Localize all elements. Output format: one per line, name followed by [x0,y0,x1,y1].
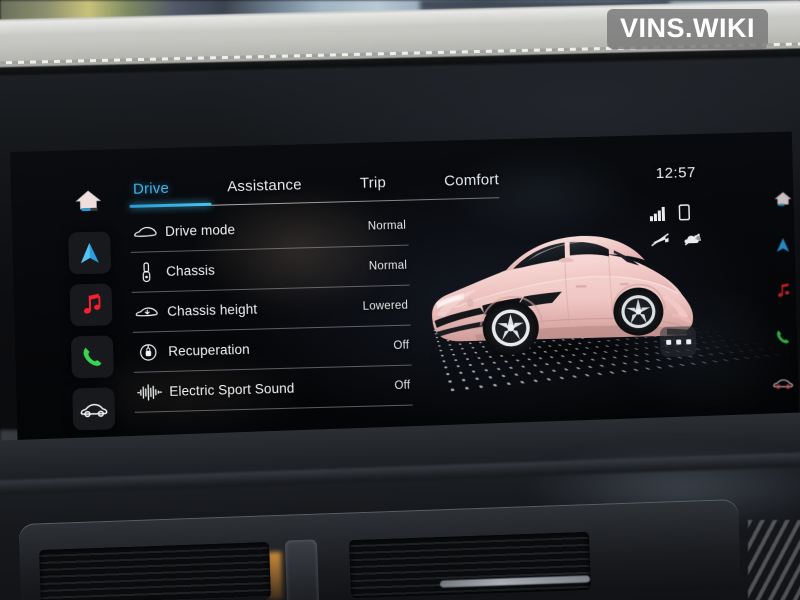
sidebar-item-navigation[interactable] [68,231,112,275]
cabin-photo: Drive Assistance Trip Comfort Drive mode… [0,0,800,600]
row-label: Recuperation [168,341,250,359]
watermark: VINS.WIKI [607,9,769,49]
tab-bar[interactable]: Drive Assistance Trip Comfort [131,171,502,206]
status-icon-cluster [649,200,715,248]
music-note-icon [83,293,101,314]
car-profile-icon [130,225,160,239]
row-label: Chassis height [167,301,258,319]
sidebar-item-media[interactable] [69,283,113,327]
speed-warning-muted-icon [684,233,702,246]
row-value: Normal [367,219,407,233]
sound-wave-icon [134,383,164,402]
more-dot [685,338,691,344]
row-label: Electric Sport Sound [169,380,295,399]
row-value: Lowered [362,299,409,313]
phone-connected-icon [678,204,691,221]
more-options-button[interactable] [659,326,697,358]
sidebar-item-home[interactable] [67,179,110,222]
drive-settings-list[interactable]: Drive mode Normal Chassis Normal Chassis… [129,205,413,413]
home-icon-reflection [770,186,796,212]
phone-icon [83,347,102,366]
sidebar-item-car[interactable] [72,387,116,431]
row-value: Off [394,379,411,392]
pcm-touchscreen[interactable]: Drive Assistance Trip Comfort Drive mode… [10,131,800,448]
status-clock: 12:57 [655,164,697,183]
air-vent-right [349,531,591,599]
recuperation-icon [133,342,164,363]
car-icon-reflection [770,370,796,396]
tab-comfort[interactable]: Comfort [442,171,501,198]
passenger-trim-stitching [748,520,800,600]
air-vent-left [39,542,271,600]
home-icon [75,190,102,212]
cellular-signal-icon [649,206,666,222]
tab-assistance[interactable]: Assistance [225,176,304,203]
table-row[interactable]: Electric Sport Sound Off [133,365,413,413]
navigation-icon-reflection [770,232,796,258]
more-dot [675,339,681,345]
row-label: Drive mode [164,222,236,239]
phone-icon-reflection [770,324,796,350]
row-label: Chassis [165,262,216,279]
navigation-icon [80,242,99,264]
row-value: Off [393,339,410,352]
app-sidebar[interactable] [59,179,124,431]
car-icon [80,403,108,418]
sidebar-item-phone[interactable] [70,335,114,379]
traffic-info-muted-icon [651,233,669,247]
music-note-icon-reflection [770,278,796,304]
car-lowered-icon [132,305,162,320]
bezel-reflection-icons [766,186,800,396]
more-dot [665,339,671,345]
vent-knob [284,539,320,600]
tab-drive[interactable]: Drive [131,180,172,206]
row-value: Normal [368,259,408,273]
tab-trip[interactable]: Trip [358,174,389,200]
shock-absorber-icon [131,261,162,284]
